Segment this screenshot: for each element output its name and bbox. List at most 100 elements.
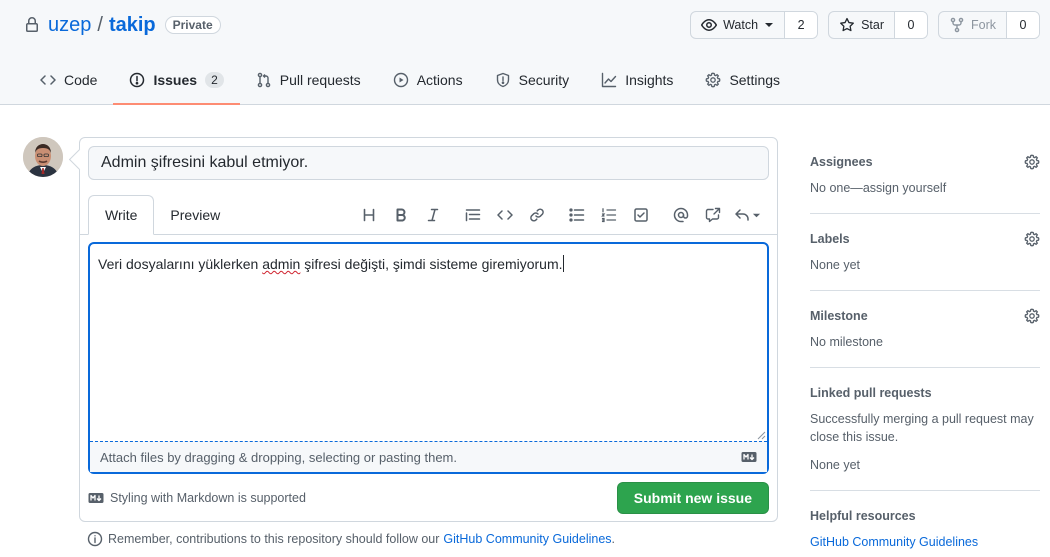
repo-actions: Watch 2 Star 0 Fork 0 <box>690 11 1040 39</box>
markdown-support-note[interactable]: Styling with Markdown is supported <box>88 490 306 506</box>
attach-files-bar[interactable]: Attach files by dragging & dropping, sel… <box>90 441 767 472</box>
link-button[interactable] <box>521 201 553 229</box>
new-issue-composer: Admin şifresini kabul etmiyor. Write Pre… <box>79 137 778 522</box>
linked-prs-value: None yet <box>810 458 861 472</box>
ordered-list-button[interactable] <box>593 201 625 229</box>
star-icon <box>840 17 855 32</box>
star-button[interactable]: Star <box>829 12 895 38</box>
quote-button[interactable] <box>457 201 489 229</box>
watch-count[interactable]: 2 <box>785 12 818 38</box>
milestone-header[interactable]: Milestone <box>810 307 1040 325</box>
unordered-list-button[interactable] <box>561 201 593 229</box>
star-label: Star <box>861 18 884 32</box>
fork-label: Fork <box>971 18 996 32</box>
labels-header[interactable]: Labels <box>810 230 1040 248</box>
fork-count[interactable]: 0 <box>1007 12 1039 38</box>
labels-title: Labels <box>810 232 850 246</box>
tab-label: Code <box>64 72 98 88</box>
tab-label: Security <box>518 72 570 88</box>
submit-new-issue-button[interactable]: Submit new issue <box>616 482 769 514</box>
attach-hint: Attach files by dragging & dropping, sel… <box>100 449 457 465</box>
tab-settings[interactable]: Settings <box>689 58 796 102</box>
markdown-toolbar <box>353 200 765 230</box>
reply-icon <box>734 209 749 221</box>
assignees-header[interactable]: Assignees <box>810 153 1040 171</box>
tab-security[interactable]: Security <box>479 58 586 102</box>
tab-label: Settings <box>729 72 781 88</box>
guidelines-text: Remember, contributions to this reposito… <box>108 532 440 546</box>
repo-owner-link[interactable]: uzep <box>48 14 91 37</box>
unordered-list-icon <box>569 208 585 222</box>
issue-title-input[interactable]: Admin şifresini kabul etmiyor. <box>88 146 769 180</box>
shield-icon <box>496 72 509 88</box>
tab-code[interactable]: Code <box>24 58 113 102</box>
tab-write[interactable]: Write <box>88 195 155 235</box>
saved-replies-button[interactable] <box>729 201 765 229</box>
tab-label: Insights <box>625 72 674 88</box>
eye-icon <box>701 19 718 31</box>
issue-sidebar: Assignees No one—assign yourself Labels … <box>810 137 1040 557</box>
avatar[interactable] <box>23 137 63 177</box>
tab-pull-requests[interactable]: Pull requests <box>240 58 377 102</box>
issue-body-textarea[interactable]: Veri dosyalarını yüklerken admin şifresi… <box>90 244 767 440</box>
tab-insights[interactable]: Insights <box>585 58 689 102</box>
italic-icon <box>427 208 439 222</box>
visibility-badge: Private <box>164 16 221 34</box>
watch-button[interactable]: Watch <box>691 12 786 38</box>
assign-yourself-link[interactable]: assign yourself <box>863 181 946 195</box>
repo-name-link[interactable]: takip <box>109 14 156 37</box>
body-text: Veri dosyalarını yüklerken <box>98 256 263 272</box>
helpful-resources-title: Helpful resources <box>810 509 916 523</box>
sidebar-labels: Labels None yet <box>810 214 1040 291</box>
mention-icon <box>673 207 689 223</box>
community-guidelines-link[interactable]: GitHub Community Guidelines <box>810 535 978 549</box>
milestone-value: No milestone <box>810 335 883 349</box>
star-count[interactable]: 0 <box>895 12 927 38</box>
cross-reference-button[interactable] <box>697 201 729 229</box>
markdown-icon <box>741 452 757 462</box>
info-icon <box>87 531 103 547</box>
fork-button[interactable]: Fork <box>939 12 1007 38</box>
quote-icon <box>465 209 481 222</box>
tab-actions[interactable]: Actions <box>377 58 479 102</box>
gear-icon[interactable] <box>1024 154 1040 170</box>
graph-icon <box>601 72 617 88</box>
text-caret <box>562 255 564 272</box>
avatar-image <box>23 137 63 177</box>
gear-icon[interactable] <box>1024 308 1040 324</box>
italic-button[interactable] <box>417 201 449 229</box>
helpful-resources-header: Helpful resources <box>810 507 1040 525</box>
repo-header: uzep / takip Private Watch 2 Star 0 Fork <box>0 0 1050 105</box>
resize-grip-icon[interactable] <box>756 430 766 440</box>
assignees-value: No one—assign yourself <box>810 179 1040 197</box>
body-misspelled-word: admin <box>262 256 301 272</box>
contribution-guidelines-note: Remember, contributions to this reposito… <box>87 531 615 547</box>
markdown-icon <box>88 493 104 503</box>
repo-title: uzep / takip Private <box>24 12 221 38</box>
watch-button-group: Watch 2 <box>690 11 819 39</box>
fork-button-group: Fork 0 <box>938 11 1040 39</box>
code-button[interactable] <box>489 201 521 229</box>
guidelines-link[interactable]: GitHub Community Guidelines <box>443 532 611 546</box>
play-icon <box>393 72 408 88</box>
tab-issues[interactable]: Issues 2 <box>113 58 241 105</box>
gear-icon[interactable] <box>1024 231 1040 247</box>
composer-footer: Styling with Markdown is supported Submi… <box>88 482 769 514</box>
repo-nav-tabs: Code Issues 2 Pull requests Actions Secu… <box>24 58 796 105</box>
sidebar-helpful-resources: Helpful resources GitHub Community Guide… <box>810 491 1040 557</box>
issues-counter: 2 <box>205 72 224 88</box>
gear-icon <box>705 72 721 88</box>
tab-preview[interactable]: Preview <box>154 195 236 235</box>
body-text-end: şifresi değişti, şimdi sisteme giremiyor… <box>300 256 563 272</box>
tasklist-icon <box>634 208 648 222</box>
lock-icon <box>26 17 38 32</box>
code-icon <box>497 210 513 220</box>
milestone-title: Milestone <box>810 309 868 323</box>
cross-reference-icon <box>705 207 721 223</box>
ordered-list-icon <box>601 208 617 223</box>
bold-button[interactable] <box>385 201 417 229</box>
tasklist-button[interactable] <box>625 201 657 229</box>
mention-button[interactable] <box>665 201 697 229</box>
issue-opened-icon <box>130 72 145 88</box>
heading-button[interactable] <box>353 201 385 229</box>
